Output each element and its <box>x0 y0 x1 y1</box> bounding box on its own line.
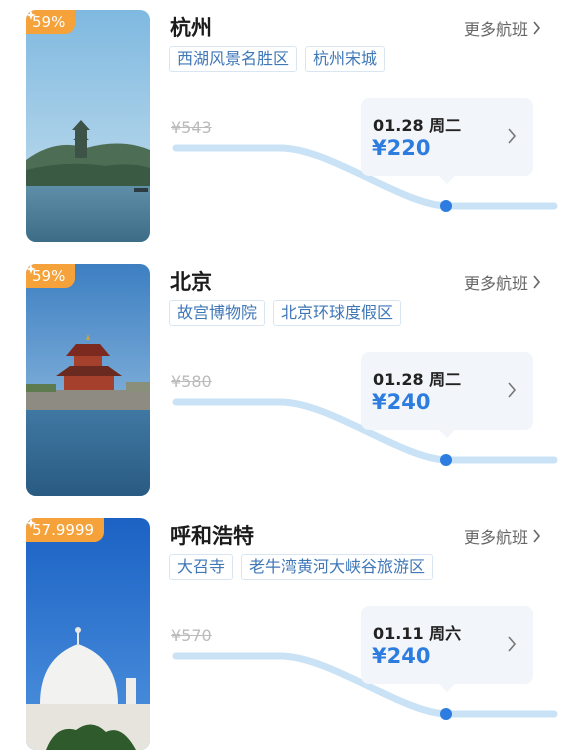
lowest-price-point <box>440 708 452 720</box>
more-flights-link[interactable]: 更多航班 <box>464 16 541 40</box>
sparkle-icon <box>26 264 36 274</box>
discount-badge: 59% <box>26 264 76 288</box>
flight-date: 01.11 周六 <box>373 624 462 643</box>
flight-date: 01.28 周二 <box>373 116 462 135</box>
flight-price: ¥220 <box>372 136 431 160</box>
flight-price: ¥240 <box>372 390 431 414</box>
discount-text: 59% <box>32 13 66 31</box>
chevron-right-icon <box>533 21 541 35</box>
destination-card-hohhot[interactable]: 57.9999 呼和浩特 更多航班 大召寺 老牛湾黄河大峡谷旅游区 ¥570 0… <box>0 508 578 754</box>
attraction-tags: 西湖风景名胜区 杭州宋城 <box>169 46 386 72</box>
city-name: 北京 <box>170 270 212 294</box>
more-flights-link[interactable]: 更多航班 <box>464 270 541 294</box>
destination-card-hangzhou[interactable]: 59% 杭州 更多航班 西湖风景名胜区 杭州宋城 ¥543 01.28 周二 ¥… <box>0 0 578 254</box>
city-name: 杭州 <box>170 16 212 40</box>
destination-card-beijing[interactable]: 59% 北京 更多航班 故宫博物院 北京环球度假区 ¥580 01.28 周二 … <box>0 254 578 508</box>
lowest-price-point <box>440 200 452 212</box>
more-flights-link[interactable]: 更多航班 <box>464 524 541 548</box>
chevron-right-icon <box>508 636 517 652</box>
attraction-tag[interactable]: 大召寺 <box>169 554 234 580</box>
attraction-tags: 故宫博物院 北京环球度假区 <box>169 300 402 326</box>
chevron-right-icon <box>533 275 541 289</box>
attraction-tag[interactable]: 西湖风景名胜区 <box>169 46 298 72</box>
destination-photo[interactable]: 59% <box>26 264 150 496</box>
lowest-price-point <box>440 454 452 466</box>
flight-date: 01.28 周二 <box>373 370 462 389</box>
attraction-tag[interactable]: 老牛湾黄河大峡谷旅游区 <box>241 554 434 580</box>
price-bubble[interactable]: 01.28 周二 ¥240 <box>361 352 533 438</box>
sparkle-icon <box>26 10 36 20</box>
discount-badge: 59% <box>26 10 76 34</box>
chevron-right-icon <box>533 529 541 543</box>
discount-text: 57.9999 <box>32 521 95 539</box>
flight-price: ¥240 <box>372 644 431 668</box>
destination-photo[interactable]: 59% <box>26 10 150 242</box>
attraction-tag[interactable]: 故宫博物院 <box>169 300 266 326</box>
attraction-tag[interactable]: 杭州宋城 <box>305 46 386 72</box>
price-bubble[interactable]: 01.11 周六 ¥240 <box>361 606 533 692</box>
price-bubble[interactable]: 01.28 周二 ¥220 <box>361 98 533 184</box>
attraction-tags: 大召寺 老牛湾黄河大峡谷旅游区 <box>169 554 434 580</box>
more-flights-label: 更多航班 <box>464 528 529 547</box>
attraction-tag[interactable]: 北京环球度假区 <box>273 300 402 326</box>
chevron-right-icon <box>508 382 517 398</box>
discount-badge: 57.9999 <box>26 518 105 542</box>
destination-photo[interactable]: 57.9999 <box>26 518 150 750</box>
discount-text: 59% <box>32 267 66 285</box>
more-flights-label: 更多航班 <box>464 20 529 39</box>
more-flights-label: 更多航班 <box>464 274 529 293</box>
city-name: 呼和浩特 <box>170 524 254 548</box>
chevron-right-icon <box>508 128 517 144</box>
sparkle-icon <box>26 518 36 528</box>
